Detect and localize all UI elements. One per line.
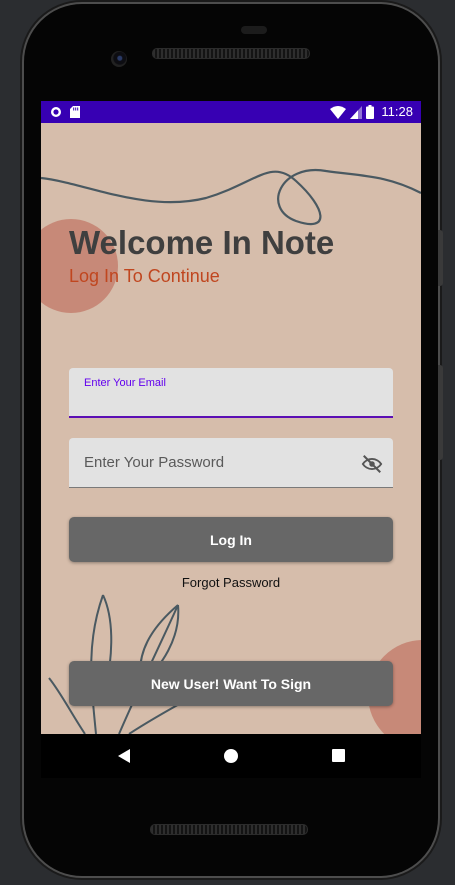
welcome-subtitle: Log In To Continue [69,266,220,286]
email-field[interactable]: Enter Your Email [69,368,393,418]
cellular-signal-icon [350,105,363,119]
back-icon[interactable] [118,749,130,763]
navigation-bar [41,734,421,778]
wifi-icon [330,105,347,119]
password-placeholder: Enter Your Password [84,454,225,471]
power-button [438,230,443,286]
password-field[interactable]: Enter Your Password [69,438,393,488]
login-content: Welcome In Note Log In To Continue Enter… [41,123,421,734]
welcome-title: Welcome In Note [69,224,335,261]
sd-card-icon [70,106,80,118]
visibility-off-icon[interactable] [361,453,383,475]
signup-button[interactable]: New User! Want To Sign [69,661,393,706]
front-camera [111,51,127,67]
top-speaker-grille [152,48,310,59]
email-input[interactable] [84,392,354,410]
forgot-password-link[interactable]: Forgot Password [41,575,421,590]
recents-icon[interactable] [332,749,345,762]
battery-icon [366,105,375,119]
volume-button [438,365,443,460]
status-time: 11:28 [381,104,413,119]
background-decoration [41,168,421,734]
login-button[interactable]: Log In [69,517,393,562]
bottom-speaker-grille [150,824,308,835]
home-icon[interactable] [224,749,238,763]
app-screen: 11:28 Welcome In Note Log In To Continue… [41,101,421,734]
status-bar: 11:28 [41,101,421,123]
earpiece [241,26,267,34]
circle-notification-icon [51,107,61,117]
email-field-label: Enter Your Email [84,377,166,389]
